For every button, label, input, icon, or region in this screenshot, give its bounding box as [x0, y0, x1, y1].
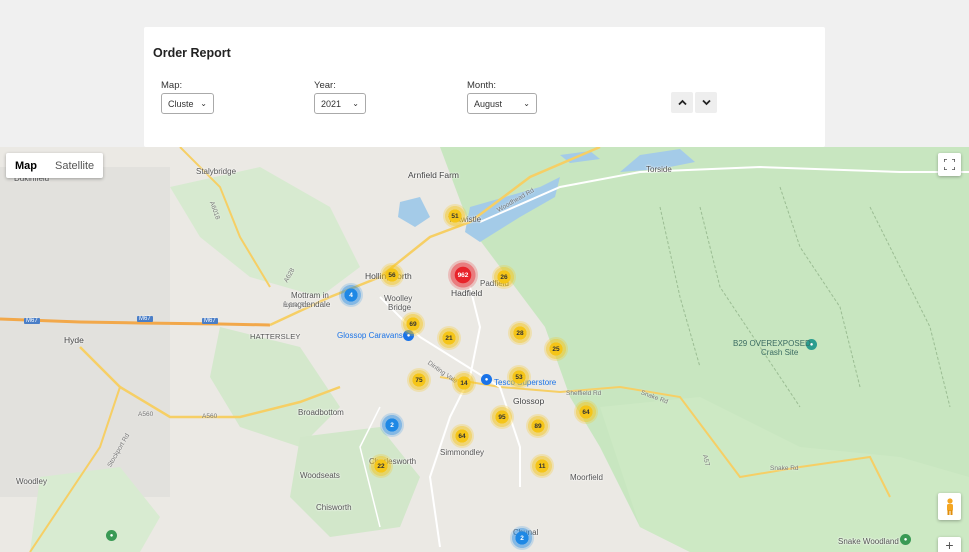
place-label: Torside: [646, 165, 672, 174]
pegman-icon: [946, 497, 953, 515]
order-report-panel: Order Report Map: Cluste ⌄ Year: 2021 ⌄ …: [144, 27, 825, 147]
place-label: Hyde: [64, 335, 84, 345]
motorway-shield: M67: [202, 318, 218, 324]
zoom-in-button[interactable]: +: [938, 537, 961, 552]
place-label: Woodseats: [300, 471, 340, 480]
road-label: Sheffield Rd: [566, 390, 602, 397]
place-label: Moorfield: [570, 473, 603, 482]
map-type-control: Map Satellite: [6, 153, 104, 178]
marker-cluster[interactable]: 95: [490, 405, 514, 429]
marker-cluster[interactable]: 14: [452, 371, 476, 395]
chevron-down-icon: ⌄: [352, 99, 359, 108]
marker-cluster[interactable]: 28: [508, 321, 532, 345]
map-select[interactable]: Cluste ⌄: [161, 93, 214, 114]
place-label: Arnfield Farm: [408, 170, 460, 180]
fullscreen-button[interactable]: [938, 153, 961, 176]
poi-glossop-caravans[interactable]: Glossop Caravans: [337, 331, 403, 340]
month-select[interactable]: August ⌄: [467, 93, 537, 114]
marker-cluster[interactable]: 64: [450, 424, 474, 448]
place-label: Bridge: [388, 303, 412, 312]
marker-cluster[interactable]: 962: [448, 260, 478, 290]
year-label: Year:: [314, 80, 336, 91]
marker-cluster[interactable]: 26: [492, 265, 516, 289]
poi-b29-crash-site-line2: Crash Site: [761, 348, 799, 357]
map-base-layer: [0, 147, 969, 552]
place-label: Broadbottom: [298, 408, 344, 417]
map-select-value: Cluste: [168, 98, 194, 109]
fullscreen-icon: [944, 159, 955, 170]
poi-b29-crash-site[interactable]: B29 OVEREXPOSED: [733, 339, 811, 348]
marker-cluster[interactable]: 56: [380, 263, 404, 287]
previous-month-button[interactable]: [671, 92, 693, 113]
map-tab[interactable]: Map: [6, 153, 46, 178]
chevron-down-icon: ⌄: [523, 99, 530, 108]
marker-cluster[interactable]: 21: [437, 326, 461, 350]
marker-cluster[interactable]: 11: [530, 454, 554, 478]
place-label: HATTERSLEY: [250, 332, 301, 341]
place-label: Snake Woodland: [838, 537, 899, 546]
chevron-down-icon: [701, 99, 711, 106]
marker-cluster[interactable]: 25: [544, 337, 568, 361]
marker-cluster[interactable]: 2: [380, 413, 404, 437]
next-month-button[interactable]: [695, 92, 717, 113]
park-pin-icon[interactable]: ●: [106, 530, 117, 541]
map-label: Map:: [161, 80, 183, 91]
month-label: Month:: [467, 80, 497, 91]
place-label: Stalybridge: [196, 167, 237, 176]
place-label: Woodley: [16, 477, 47, 486]
page-title: Order Report: [153, 46, 231, 60]
marker-cluster[interactable]: 89: [526, 414, 550, 438]
year-select[interactable]: 2021 ⌄: [314, 93, 366, 114]
motorway-shield: M67: [137, 316, 153, 322]
marker-cluster[interactable]: 4: [339, 283, 363, 307]
place-label: Glossop: [513, 396, 545, 406]
street-view-button[interactable]: [938, 493, 961, 520]
place-label: Simmondley: [440, 448, 485, 457]
shopping-cart-icon[interactable]: ●: [481, 374, 492, 385]
marker-cluster[interactable]: 51: [443, 204, 467, 228]
motorway-shield: M67: [24, 318, 40, 324]
place-label: Chisworth: [316, 503, 352, 512]
road-label: A560: [138, 411, 154, 418]
month-select-value: August: [474, 98, 503, 109]
year-select-value: 2021: [321, 98, 342, 109]
chevron-up-icon: [677, 99, 687, 106]
marker-cluster[interactable]: 53: [507, 365, 531, 389]
marker-cluster[interactable]: 64: [574, 400, 598, 424]
marker-cluster[interactable]: 69: [401, 312, 425, 336]
road-label: Hyde Rd: [283, 302, 309, 309]
marker-cluster[interactable]: 22: [369, 454, 393, 478]
marker-cluster[interactable]: 2: [510, 526, 534, 550]
place-label: Woolley: [384, 294, 413, 303]
road-label: A560: [202, 413, 218, 420]
place-label: Mottram in: [291, 291, 329, 300]
park-pin-icon[interactable]: ●: [900, 534, 911, 545]
chevron-down-icon: ⌄: [200, 99, 207, 108]
road-label: Snake Rd: [770, 465, 799, 472]
marker-cluster[interactable]: 75: [407, 368, 431, 392]
map-view[interactable]: Stalybridge Dukinfield Arnfield Farm Tor…: [0, 147, 969, 552]
satellite-tab[interactable]: Satellite: [46, 153, 103, 178]
